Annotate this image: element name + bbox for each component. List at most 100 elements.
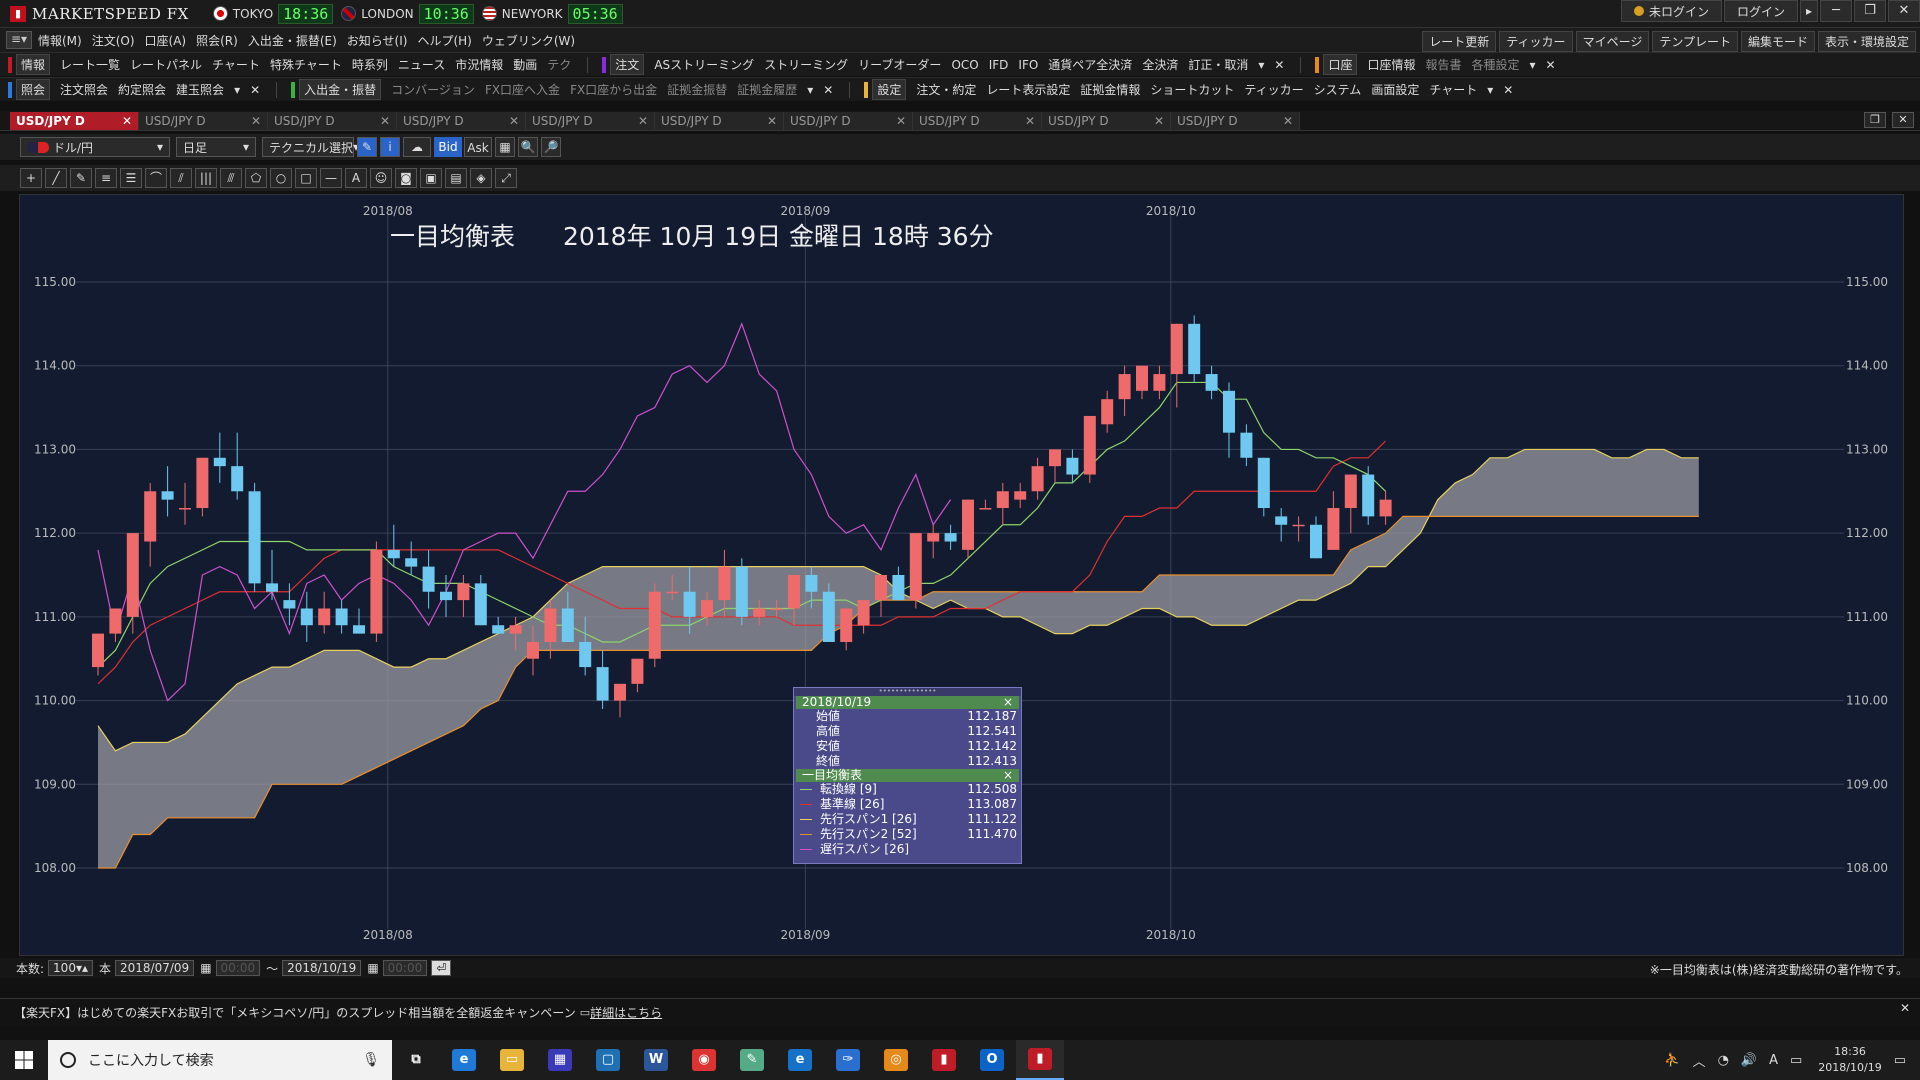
tb-settings[interactable]: 各種設定 — [1471, 56, 1519, 73]
menu-info[interactable]: 情報(M) — [38, 32, 82, 49]
pentagon-icon[interactable]: ⬠ — [245, 168, 267, 188]
taskbar-search[interactable]: ここに入力して検索 🎙 — [48, 1040, 392, 1080]
taskbar-clock[interactable]: 18:36 2018/10/19 — [1818, 1044, 1881, 1076]
taskbar-app-window[interactable]: ▢ — [584, 1040, 632, 1080]
restore-icon[interactable]: ❐ — [1864, 112, 1886, 128]
close-icon[interactable]: ✕ — [1546, 58, 1556, 72]
ime-icon[interactable]: A — [1769, 1053, 1778, 1068]
tb-modify-cancel[interactable]: 訂正・取消 — [1188, 56, 1248, 73]
info-icon[interactable]: i — [380, 137, 400, 157]
parallel-icon[interactable]: ⫻ — [220, 168, 242, 188]
chevron-up-icon[interactable]: ︿ — [1693, 1051, 1706, 1070]
to-date-field[interactable]: 2018/10/19 — [282, 960, 362, 976]
close-chart-icon[interactable]: ✕ — [1892, 112, 1914, 128]
tb-all-settle[interactable]: 全決済 — [1142, 56, 1178, 73]
close-tab-icon[interactable]: ✕ — [1283, 114, 1293, 128]
fibonacci-icon[interactable]: ☰ — [120, 168, 142, 188]
edit-mode-button[interactable]: 編集モード — [1740, 31, 1815, 52]
order-group-title[interactable]: 注文 — [610, 54, 645, 75]
vertical-lines-icon[interactable]: ||| — [195, 168, 217, 188]
tb-as-streaming[interactable]: ASストリーミング — [654, 56, 754, 73]
chart-tab[interactable]: USD/JPY D ✕ — [397, 111, 526, 130]
close-window-button[interactable]: ✕ — [1888, 0, 1920, 22]
minimize-button[interactable]: ─ — [1820, 0, 1852, 22]
tb-fx-withdraw[interactable]: FX口座から出金 — [570, 81, 657, 98]
close-tab-icon[interactable]: ✕ — [122, 114, 132, 128]
template-button[interactable]: テンプレート — [1652, 31, 1738, 52]
expand-button[interactable]: ▸ — [1799, 0, 1818, 22]
tb-rate-panel[interactable]: レートパネル — [130, 56, 202, 73]
tb-timeseries[interactable]: 時系列 — [352, 56, 388, 73]
dropdown-icon[interactable]: ▾ — [1258, 58, 1264, 72]
tb-position-inquiry[interactable]: 建玉照会 — [176, 81, 224, 98]
dropdown-icon[interactable]: ▾ — [1530, 58, 1536, 72]
deposit-group-title[interactable]: 入出金・振替 — [299, 79, 382, 100]
ask-toggle[interactable]: Ask — [464, 137, 492, 157]
news-detail-link[interactable]: 詳細はこちら — [590, 1004, 662, 1021]
tb-report[interactable]: 報告書 — [1425, 56, 1461, 73]
tb-news[interactable]: ニュース — [398, 56, 445, 73]
cloud-icon[interactable]: ☁ — [403, 137, 431, 157]
tb-rate-list[interactable]: レート一覧 — [60, 56, 120, 73]
tb-exec-inquiry[interactable]: 約定照会 — [118, 81, 166, 98]
inquiry-group-title[interactable]: 照会 — [16, 79, 51, 100]
menu-notice[interactable]: お知らせ(I) — [347, 32, 408, 49]
tb-conversion[interactable]: コンバージョン — [391, 81, 475, 98]
chart-tab[interactable]: USD/JPY D ✕ — [913, 111, 1042, 130]
network-icon[interactable]: ◔ — [1718, 1053, 1729, 1068]
menu-account[interactable]: 口座(A) — [145, 32, 187, 49]
eraser-icon[interactable]: ◈ — [470, 168, 492, 188]
chart-tab[interactable]: USD/JPY D ✕ — [1042, 111, 1171, 130]
tb-margin-history[interactable]: 証拠金履歴 — [737, 81, 797, 98]
tb-tech[interactable]: テク — [547, 56, 571, 73]
rate-update-button[interactable]: レート更新 — [1422, 31, 1497, 52]
close-tab-icon[interactable]: ✕ — [509, 114, 519, 128]
chart-tab[interactable]: USD/JPY D ✕ — [784, 111, 913, 130]
menu-order[interactable]: 注文(O) — [92, 32, 135, 49]
tb-system[interactable]: システム — [1314, 81, 1362, 98]
tb-streaming[interactable]: ストリーミング — [764, 56, 848, 73]
tb-pair-settle[interactable]: 通貨ペア全決済 — [1048, 56, 1132, 73]
disabled-tool-icon[interactable]: ▣ — [420, 168, 442, 188]
tb-leave-order[interactable]: リーブオーダー — [858, 56, 941, 73]
disabled-tool-icon[interactable]: ▤ — [445, 168, 467, 188]
tb-chart[interactable]: チャート — [212, 56, 260, 73]
hline-icon[interactable]: — — [320, 168, 342, 188]
tb-margin-info[interactable]: 証拠金情報 — [1080, 81, 1140, 98]
period-select[interactable]: 日足 ▾ — [176, 137, 256, 157]
chart-tab[interactable]: USD/JPY D ✕ — [139, 111, 268, 130]
close-tab-icon[interactable]: ✕ — [1025, 114, 1035, 128]
chart-area[interactable]: 115.00 115.00 114.00 114.00 113.00 113.00 112.… — [19, 194, 1904, 956]
disabled-tool-icon[interactable]: ◙ — [395, 168, 417, 188]
tb-rate-display[interactable]: レート表示設定 — [986, 81, 1070, 98]
tb-ifd[interactable]: IFD — [989, 58, 1009, 72]
taskbar-app-app-orange[interactable]: ◎ — [872, 1040, 920, 1080]
volume-icon[interactable]: 🔊 — [1741, 1053, 1757, 1068]
close-icon[interactable]: × — [1003, 696, 1013, 709]
close-tab-icon[interactable]: ✕ — [1154, 114, 1164, 128]
close-tab-icon[interactable]: ✕ — [767, 114, 777, 128]
display-settings-button[interactable]: 表示・環境設定 — [1817, 31, 1916, 52]
circle-icon[interactable]: ○ — [270, 168, 292, 188]
start-button[interactable] — [0, 1040, 48, 1080]
mypage-button[interactable]: マイページ — [1575, 31, 1650, 52]
tb-screen-settings[interactable]: 画面設定 — [1371, 81, 1419, 98]
people-icon[interactable]: ⛹ — [1664, 1053, 1680, 1068]
menu-weblink[interactable]: ウェブリンク(W) — [482, 32, 575, 49]
tb-margin-transfer[interactable]: 証拠金振替 — [667, 81, 727, 98]
to-time-field[interactable]: 00:00 — [382, 960, 428, 976]
taskbar-app-ie[interactable]: e — [440, 1040, 488, 1080]
taskbar-app-marketspeed[interactable]: ▮ — [1016, 1040, 1064, 1080]
menu-help[interactable]: ヘルプ(H) — [417, 32, 471, 49]
tb-shortcut[interactable]: ショートカット — [1150, 81, 1234, 98]
menu-inquiry[interactable]: 照会(R) — [196, 32, 238, 49]
dropdown-icon[interactable]: ▾ — [234, 83, 240, 97]
dropdown-icon[interactable]: ▾ — [1487, 83, 1493, 97]
info-group-title[interactable]: 情報 — [16, 54, 51, 75]
pen-icon[interactable]: ✎ — [357, 137, 377, 157]
eraser-all-icon[interactable]: ⤢ — [495, 168, 517, 188]
chart-tab[interactable]: USD/JPY D ✕ — [268, 111, 397, 130]
tb-fx-deposit[interactable]: FX口座へ入金 — [485, 81, 560, 98]
apply-return-icon[interactable]: ⏎ — [431, 960, 452, 976]
horizontal-lines-icon[interactable]: ≡ — [95, 168, 117, 188]
